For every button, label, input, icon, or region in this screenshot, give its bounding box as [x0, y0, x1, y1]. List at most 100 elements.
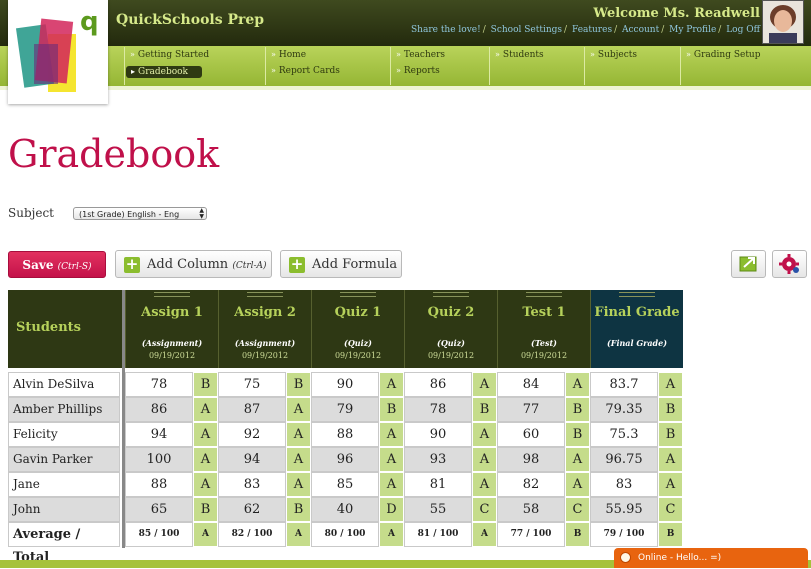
score-cell[interactable]: 79: [311, 397, 379, 422]
add-column-button[interactable]: + Add Column (Ctrl-A): [115, 250, 272, 278]
total-score-cell: 81 / 100: [404, 522, 472, 547]
quickschools-logo[interactable]: q: [8, 0, 108, 104]
nav-report-cards[interactable]: » Report Cards: [271, 66, 340, 76]
nav-reports[interactable]: » Reports: [396, 66, 440, 76]
nav-students[interactable]: » Students: [495, 50, 544, 60]
nav-getting-started[interactable]: » Getting Started: [130, 50, 209, 60]
letter-grade-cell: B: [658, 397, 683, 422]
column-title: Quiz 1: [334, 305, 382, 320]
account-link[interactable]: Account: [622, 25, 659, 35]
nav-gradebook[interactable]: ▸ Gradebook: [126, 66, 203, 78]
svg-text:q: q: [80, 7, 99, 37]
column-header[interactable]: Assign 2 (Assignment) 09/19/2012: [218, 290, 311, 368]
export-button[interactable]: [731, 250, 766, 278]
column-header[interactable]: Quiz 2 (Quiz) 09/19/2012: [404, 290, 497, 368]
score-cell[interactable]: 98: [497, 447, 565, 472]
plus-icon: +: [124, 255, 140, 273]
nav-grading-setup[interactable]: » Grading Setup: [686, 50, 761, 60]
settings-button[interactable]: [772, 250, 807, 278]
letter-grade-cell: A: [286, 422, 311, 447]
score-cell[interactable]: 86: [125, 397, 193, 422]
student-name[interactable]: Amber Phillips: [8, 397, 120, 422]
score-cell[interactable]: 60: [497, 422, 565, 447]
nav-teachers[interactable]: » Teachers: [396, 50, 445, 60]
score-cell[interactable]: 83: [590, 472, 658, 497]
my-profile-link[interactable]: My Profile: [669, 25, 716, 35]
user-avatar[interactable]: [762, 0, 804, 44]
score-cell[interactable]: 82: [497, 472, 565, 497]
student-name[interactable]: John: [8, 497, 120, 522]
letter-grade-cell: A: [193, 422, 218, 447]
student-name[interactable]: Alvin DeSilva: [8, 372, 120, 397]
nav-home[interactable]: » Home: [271, 50, 306, 60]
student-name[interactable]: Felicity Bradshaw: [8, 422, 120, 464]
log-off-link[interactable]: Log Off: [726, 25, 760, 35]
column-header[interactable]: Test 1 (Test) 09/19/2012: [497, 290, 590, 368]
save-button[interactable]: Save (Ctrl-S): [8, 251, 106, 278]
score-cell[interactable]: 96.75: [590, 447, 658, 472]
score-cell[interactable]: 94: [125, 422, 193, 447]
brand-name[interactable]: QuickSchools Prep: [116, 12, 264, 28]
school-settings-link[interactable]: School Settings: [491, 25, 562, 35]
drag-handle-icon[interactable]: [619, 292, 655, 297]
drag-handle-icon[interactable]: [526, 292, 562, 297]
score-cell[interactable]: 58: [497, 497, 565, 522]
subject-select[interactable]: (1st Grade) English - Eng ▲ ▼: [73, 207, 207, 220]
score-cell[interactable]: 78: [125, 372, 193, 397]
score-cell[interactable]: 40: [311, 497, 379, 522]
score-cell[interactable]: 96: [311, 447, 379, 472]
chat-widget[interactable]: Online - Hello... =): [614, 548, 808, 568]
score-cell[interactable]: 75.3: [590, 422, 658, 447]
column-header[interactable]: Quiz 1 (Quiz) 09/19/2012: [311, 290, 404, 368]
score-cell[interactable]: 55: [404, 497, 472, 522]
score-cell[interactable]: 65: [125, 497, 193, 522]
score-cell[interactable]: 79.35: [590, 397, 658, 422]
column-date: 09/19/2012: [427, 351, 475, 360]
score-cell[interactable]: 75: [218, 372, 286, 397]
student-name[interactable]: Jane: [8, 472, 120, 497]
nav-group-grading-setup: » Grading Setup: [680, 47, 811, 85]
score-cell[interactable]: 90: [404, 422, 472, 447]
add-formula-button[interactable]: + Add Formula: [280, 250, 402, 278]
score-cell[interactable]: 100: [125, 447, 193, 472]
drag-handle-icon[interactable]: [247, 292, 283, 297]
drag-handle-icon[interactable]: [340, 292, 376, 297]
column-header[interactable]: Assign 1 (Assignment) 09/19/2012: [125, 290, 218, 368]
score-cell[interactable]: 55.95: [590, 497, 658, 522]
score-cell[interactable]: 92: [218, 422, 286, 447]
student-name[interactable]: Gavin Parker: [8, 447, 120, 472]
gradebook-grid: Students Assign 1 (Assignment) 09/19/2012 A…: [8, 290, 683, 565]
share-link[interactable]: Share the love!: [411, 25, 481, 35]
final-grade-header[interactable]: Final Grade (Final Grade): [590, 290, 683, 368]
drag-handle-icon[interactable]: [154, 292, 190, 297]
nav-group-getting-started: » Getting Started ▸ Gradebook: [124, 47, 265, 85]
score-cell[interactable]: 83.7: [590, 372, 658, 397]
score-cell[interactable]: 88: [125, 472, 193, 497]
letter-grade-cell: B: [565, 522, 590, 547]
letter-grade-cell: C: [658, 497, 683, 522]
score-cell[interactable]: 94: [218, 447, 286, 472]
letter-grade-cell: A: [472, 447, 497, 472]
letter-grade-cell: A: [193, 522, 218, 547]
score-cell[interactable]: 85: [311, 472, 379, 497]
score-cell[interactable]: 81: [404, 472, 472, 497]
letter-grade-cell: B: [379, 397, 404, 422]
score-cell[interactable]: 88: [311, 422, 379, 447]
score-cell[interactable]: 90: [311, 372, 379, 397]
top-links: Share the love! / School Settings / Featur…: [411, 25, 760, 35]
score-cell[interactable]: 78: [404, 397, 472, 422]
score-cell[interactable]: 86: [404, 372, 472, 397]
score-cell[interactable]: 62: [218, 497, 286, 522]
score-cell[interactable]: 84: [497, 372, 565, 397]
score-cell[interactable]: 77: [497, 397, 565, 422]
total-score-cell: 77 / 100: [497, 522, 565, 547]
column-date: 09/19/2012: [241, 351, 289, 360]
features-link[interactable]: Features: [572, 25, 612, 35]
drag-handle-icon[interactable]: [433, 292, 469, 297]
column-kind: (Quiz): [437, 338, 465, 348]
letter-grade-cell: A: [379, 522, 404, 547]
score-cell[interactable]: 87: [218, 397, 286, 422]
nav-subjects[interactable]: » Subjects: [590, 50, 637, 60]
score-cell[interactable]: 93: [404, 447, 472, 472]
score-cell[interactable]: 83: [218, 472, 286, 497]
